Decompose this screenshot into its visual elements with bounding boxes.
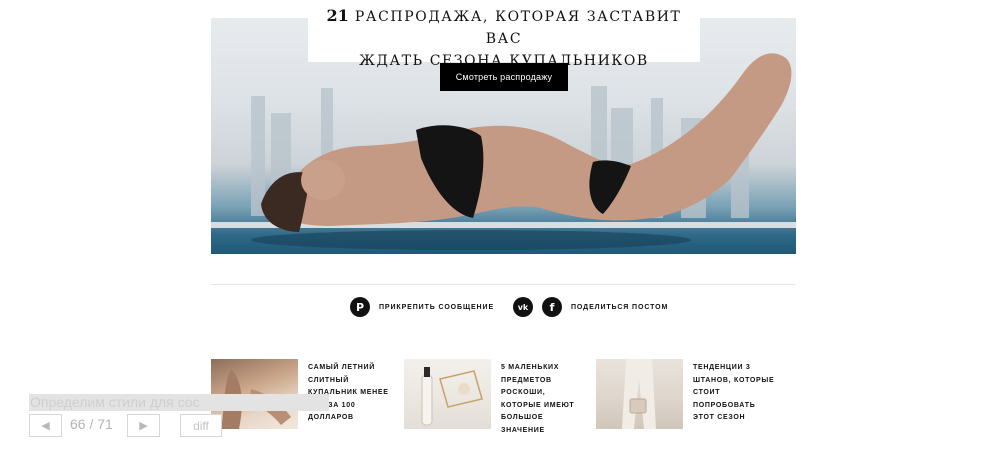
divider xyxy=(211,284,796,285)
share-label[interactable]: ПОДЕЛИТЬСЯ ПОСТОМ xyxy=(571,304,668,311)
related-thumbnail-2[interactable] xyxy=(404,359,491,429)
total-pages: 71 xyxy=(97,416,113,432)
related-card-3[interactable]: ТЕНДЕНЦИИ 3 ШТАНОВ, КОТОРЫЕ СТОИТ ПОПРОБ… xyxy=(596,359,779,429)
page-separator: / xyxy=(85,416,98,432)
title-text-1: РАСПРОДАЖА, КОТОРАЯ ЗАСТАВИТ ВАС xyxy=(354,9,682,47)
article-title: 21 РАСПРОДАЖА, КОТОРАЯ ЗАСТАВИТ ВАС ЖДАТ… xyxy=(308,0,700,69)
related-card-2[interactable]: 5 МАЛЕНЬКИХ ПРЕДМЕТОВ РОСКОШИ, КОТОРЫЕ И… xyxy=(404,359,587,437)
title-line-1: 21 РАСПРОДАЖА, КОТОРАЯ ЗАСТАВИТ ВАС xyxy=(308,5,700,50)
pinterest-icon: P xyxy=(350,297,370,317)
diff-button[interactable]: diff xyxy=(180,414,222,437)
arrow-right-icon: ▶ xyxy=(139,420,148,432)
pin-label: ПРИКРЕПИТЬ СООБЩЕНИЕ xyxy=(379,303,495,311)
facebook-icon[interactable]: f xyxy=(542,297,562,317)
related-title-3[interactable]: ТЕНДЕНЦИИ 3 ШТАНОВ, КОТОРЫЕ СТОИТ ПОПРОБ… xyxy=(693,359,779,429)
current-page: 66 xyxy=(70,416,86,432)
related-title-2[interactable]: 5 МАЛЕНЬКИХ ПРЕДМЕТОВ РОСКОШИ, КОТОРЫЕ И… xyxy=(501,359,587,437)
title-number: 21 xyxy=(326,6,349,25)
page-counter: 66 / 71 xyxy=(70,416,113,432)
view-sale-button[interactable]: Смотреть распродажу xyxy=(440,63,568,91)
related-thumbnail-3[interactable] xyxy=(596,359,683,429)
vk-icon[interactable]: vk xyxy=(513,297,533,317)
pin-post-link[interactable]: P ПРИКРЕПИТЬ СООБЩЕНИЕ xyxy=(350,297,494,317)
prev-button[interactable]: ◀ xyxy=(29,414,62,437)
share-post-group: vk f ПОДЕЛИТЬСЯ ПОСТОМ xyxy=(513,297,668,317)
arrow-left-icon: ◀ xyxy=(41,420,50,432)
question-text: Определим стили для сос xyxy=(29,394,329,411)
next-button[interactable]: ▶ xyxy=(127,414,160,437)
